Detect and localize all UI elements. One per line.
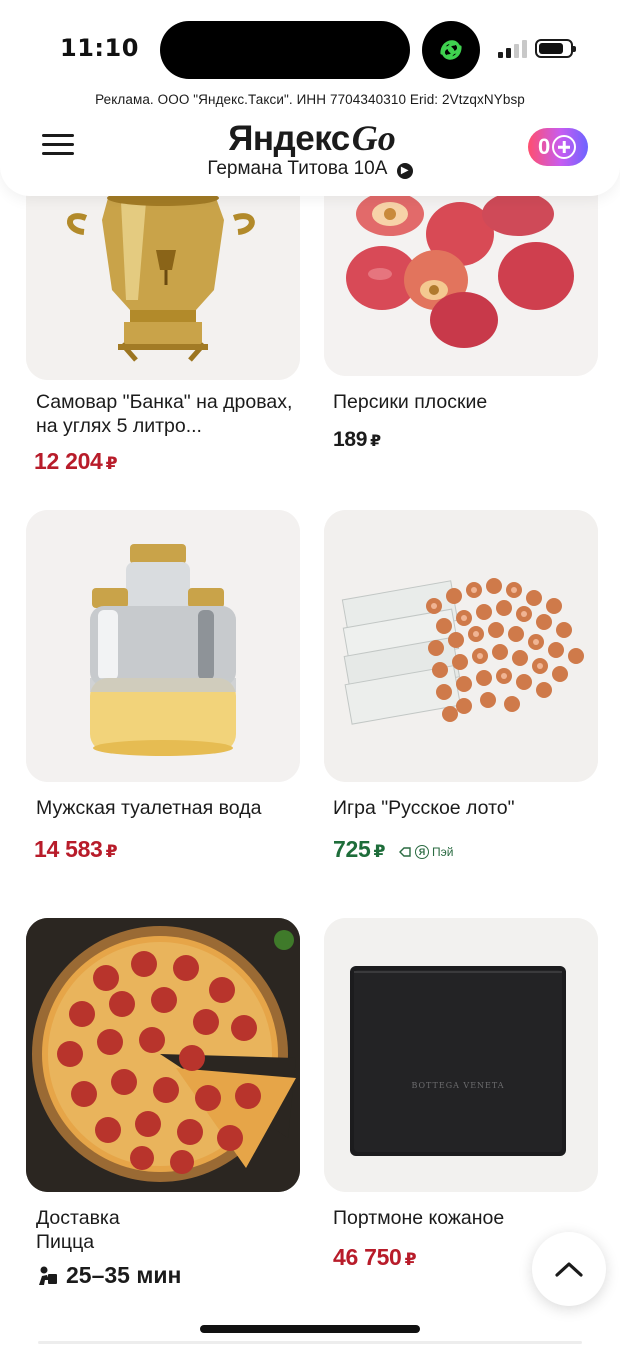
product-title[interactable]: Самовар "Банка" на дровах, на углях 5 ли…: [36, 390, 298, 438]
app-header: 11:10 Реклама. ООО "Яндекс.Такси". ИНН 7…: [0, 0, 620, 196]
logo-text: Яндекс: [228, 119, 350, 158]
pay-label: Пэй: [432, 845, 454, 859]
cashback-icon: [399, 847, 411, 857]
divider: [38, 1341, 582, 1344]
hamburger-icon[interactable]: [42, 134, 74, 160]
product-image-wallet[interactable]: BOTTEGA VENETA: [324, 918, 598, 1192]
yandex-pay-badge: Я Пэй: [398, 845, 453, 859]
page: 11:10 Реклама. ООО "Яндекс.Такси". ИНН 7…: [0, 0, 620, 1349]
signal-icon: [498, 40, 527, 58]
chevron-up-icon: [555, 1262, 583, 1277]
product-price: 46 750 ₽: [333, 1244, 417, 1270]
product-title[interactable]: Персики плоские: [333, 390, 603, 414]
app-activity-icon[interactable]: [422, 21, 480, 79]
product-title-line-1: Доставка: [36, 1207, 120, 1229]
product-title[interactable]: Портмоне кожаное: [333, 1206, 603, 1230]
ad-disclaimer: Реклама. ООО "Яндекс.Такси". ИНН 7704340…: [95, 92, 525, 107]
plus-points-count: 0: [538, 134, 551, 159]
product-price: 14 583 ₽: [34, 836, 118, 862]
product-title[interactable]: Доставка Пицца: [36, 1206, 306, 1254]
delivery-time: 25–35 мин: [36, 1262, 181, 1289]
product-image-samovar[interactable]: [26, 170, 300, 380]
plus-icon: [552, 135, 577, 159]
product-price: 189 ₽: [333, 428, 381, 451]
product-title-line-2: Пицца: [36, 1231, 95, 1253]
address-selector[interactable]: Германа Титова 10А ▶: [0, 158, 620, 180]
chevron-right-icon: ▶: [396, 163, 413, 179]
product-image-lotto[interactable]: [324, 510, 598, 782]
product-image-peaches[interactable]: [324, 170, 598, 376]
yandex-go-logo: Яндекс Go: [222, 110, 402, 156]
status-time: 11:10: [60, 34, 139, 62]
product-image-perfume[interactable]: [26, 510, 300, 782]
battery-icon: [535, 39, 576, 58]
logo-go: Go: [351, 118, 396, 158]
product-price: 725 ₽: [333, 836, 386, 862]
dynamic-island: [160, 21, 410, 79]
product-title[interactable]: Мужская туалетная вода: [36, 796, 306, 820]
delivery-time-text: 25–35 мин: [66, 1262, 182, 1288]
plus-points-badge[interactable]: 0: [528, 128, 588, 166]
product-title[interactable]: Игра "Русское лото": [333, 796, 603, 820]
svg-text:BOTTEGA VENETA: BOTTEGA VENETA: [411, 1081, 504, 1090]
yandex-logo-icon: Я: [415, 845, 429, 859]
address-text: Германа Титова 10А: [207, 158, 388, 179]
courier-icon: [39, 1266, 57, 1285]
product-image-pizza[interactable]: [26, 918, 300, 1192]
scroll-top-button[interactable]: [532, 1232, 606, 1306]
home-indicator[interactable]: [200, 1325, 420, 1333]
product-price: 12 204 ₽: [34, 448, 118, 474]
